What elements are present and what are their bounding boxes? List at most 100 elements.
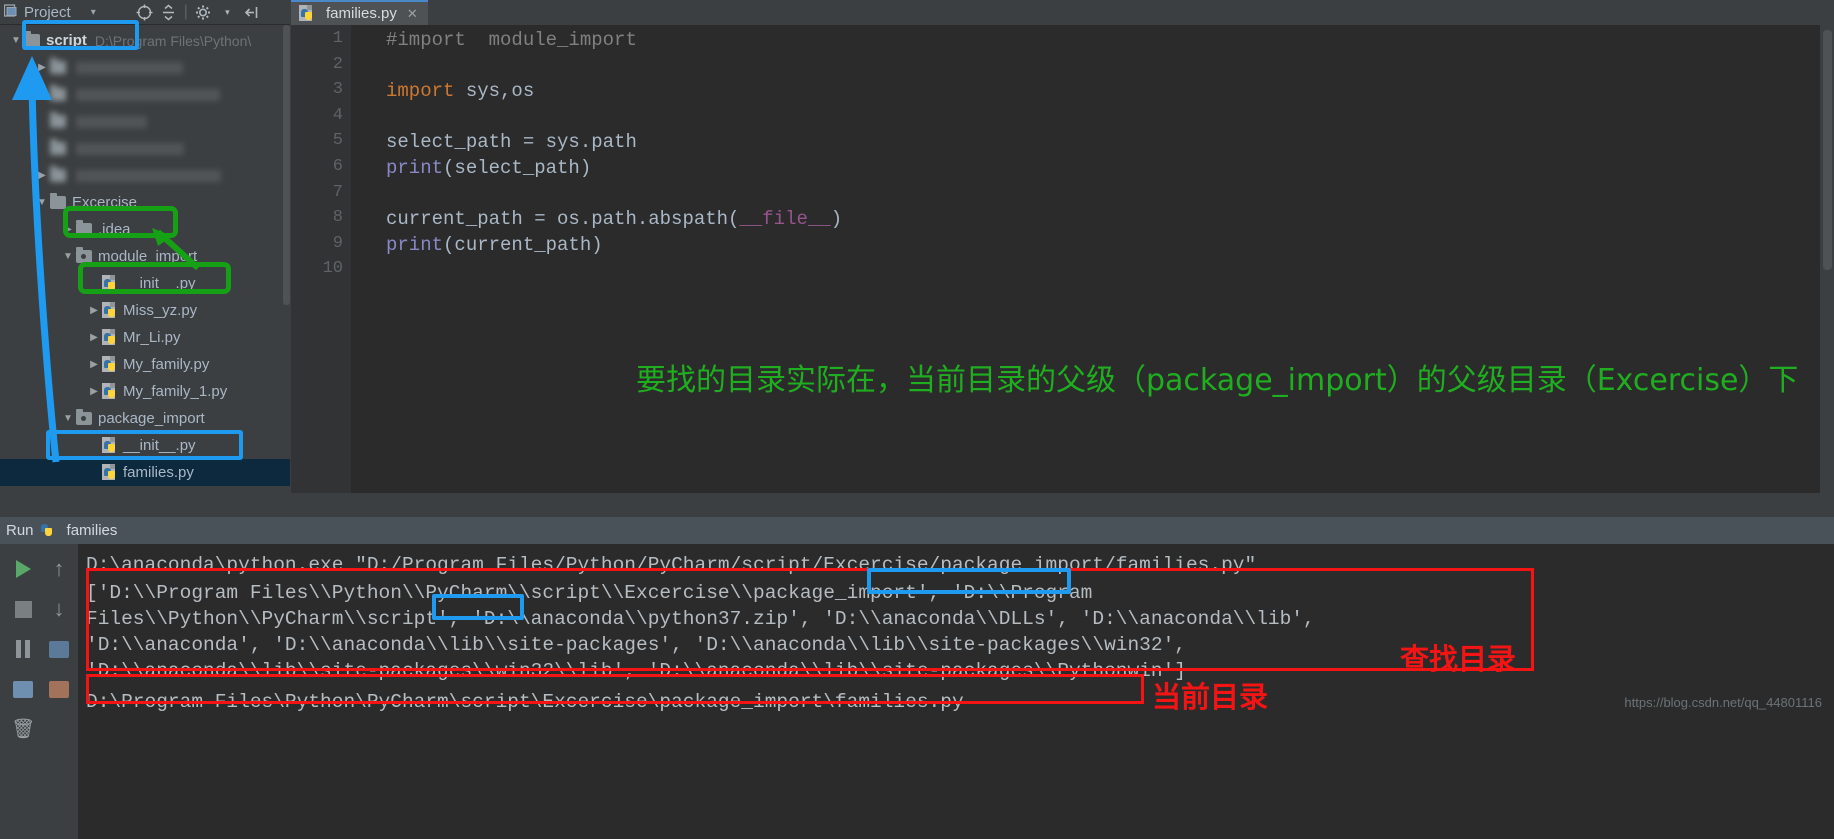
code-token: print <box>386 233 444 256</box>
console-line: 'D:\\anaconda', 'D:\\anaconda\\lib\\site… <box>86 634 1186 656</box>
source-folder-icon <box>76 247 92 263</box>
line-number: 7 <box>332 182 343 202</box>
pause-icon[interactable] <box>6 632 40 666</box>
run-console-output[interactable]: D:\anaconda\python.exe "D:/Program Files… <box>78 544 1834 839</box>
settings-chevron-icon[interactable]: ▾ <box>219 4 236 21</box>
collapse-arrow-icon[interactable]: ▶ <box>34 62 50 73</box>
tree-node-blurred <box>76 142 184 155</box>
tree-node-my_family_1[interactable]: ▶ My_family_1.py <box>0 378 290 405</box>
export-icon[interactable] <box>42 672 76 706</box>
collapse-arrow-icon[interactable]: ▶ <box>86 359 102 370</box>
run-toolbar: ↑ ↓ 🗑 <box>0 544 78 839</box>
tree-node-idea[interactable]: ▶ .idea <box>0 216 290 243</box>
tree-node-blur4[interactable] <box>0 135 290 162</box>
tree-node-label: My_family_1.py <box>123 383 228 400</box>
collapse-arrow-icon[interactable]: ▶ <box>34 170 50 181</box>
line-number: 8 <box>332 208 343 228</box>
editor-bottom-strip <box>291 493 1834 517</box>
collapse-arrow-icon[interactable]: ▶ <box>86 332 102 343</box>
tree-node-families[interactable]: families.py <box>0 459 290 486</box>
run-panel-header: Run families <box>0 517 1834 544</box>
tree-node-module_import[interactable]: ▼ module_import <box>0 243 290 270</box>
tree-node-blur5[interactable]: ▶ <box>0 162 290 189</box>
console-line: D:\Program Files\Python\PyCharm\script\E… <box>86 691 964 713</box>
python-file-icon <box>102 437 117 454</box>
code-line: select_path = sys.path <box>386 131 637 153</box>
code-token: select_path = sys.path <box>386 131 637 154</box>
project-scrollbar[interactable] <box>283 25 290 305</box>
run-panel: Run families ↑ ↓ 🗑 D:\anaconda\python.ex… <box>0 517 1834 839</box>
run-config-name[interactable]: families <box>67 522 118 539</box>
run-icon[interactable] <box>6 552 40 586</box>
chevron-down-icon[interactable]: ▾ <box>91 7 96 18</box>
collapse-arrow-icon[interactable]: ▶ <box>34 89 50 100</box>
tree-node-init2[interactable]: __init__.py <box>0 432 290 459</box>
tree-node-blur2[interactable]: ▶ <box>0 81 290 108</box>
rerun-icon[interactable] <box>42 632 76 666</box>
hide-panel-icon[interactable] <box>243 4 260 21</box>
code-token: import <box>386 80 455 103</box>
run-label: Run <box>6 522 34 539</box>
down-arrow-icon[interactable]: ↓ <box>42 592 76 626</box>
expand-arrow-icon[interactable]: ▼ <box>60 413 76 424</box>
editor-scrollbar-thumb[interactable] <box>1823 30 1832 270</box>
collapse-arrow-icon[interactable]: ▶ <box>60 224 76 235</box>
python-file-icon <box>102 329 117 346</box>
python-file-icon <box>102 383 117 400</box>
project-toolbar: | ▾ <box>136 3 260 21</box>
tab-families-py[interactable]: families.py ✕ <box>291 0 428 25</box>
python-file-icon <box>102 275 117 292</box>
tree-node-init1[interactable]: __init__.py <box>0 270 290 297</box>
code-content[interactable]: #import module_importimport sys,os select… <box>351 25 1834 493</box>
watermark-text: https://blog.csdn.net/qq_44801116 <box>1624 695 1822 710</box>
collapse-arrow-icon[interactable]: ▶ <box>86 305 102 316</box>
expand-arrow-icon[interactable]: ▼ <box>8 35 24 46</box>
target-icon[interactable] <box>136 4 153 21</box>
code-token: sys,os <box>454 80 535 103</box>
tree-node-mr_li[interactable]: ▶ Mr_Li.py <box>0 324 290 351</box>
editor-area: families.py ✕ 1 2 3 4 5 6 7 8 9 10 #import module… <box>291 0 1834 517</box>
project-icon <box>3 3 19 21</box>
code-token: __file__ <box>739 208 831 231</box>
folder-icon <box>76 220 92 236</box>
folder-icon <box>50 85 66 101</box>
tree-node-package_import[interactable]: ▼ package_import <box>0 405 290 432</box>
tree-node-miss_yz[interactable]: ▶ Miss_yz.py <box>0 297 290 324</box>
editor-tab-bar: families.py ✕ <box>291 0 1834 25</box>
tree-node-my_family[interactable]: ▶ My_family.py <box>0 351 290 378</box>
line-number: 2 <box>332 54 343 74</box>
stop-icon[interactable] <box>6 592 40 626</box>
expand-arrow-icon[interactable]: ▼ <box>60 251 76 262</box>
code-token: #import module_import <box>386 29 637 51</box>
console-line: D:\anaconda\python.exe "D:/Program Files… <box>86 554 1257 576</box>
code-token: (select_path) <box>443 157 592 179</box>
line-number: 3 <box>332 80 343 100</box>
tree-node-label: Excercise <box>72 194 138 211</box>
folder-icon <box>50 193 66 209</box>
annotation-green-text: 要找的目录实际在，当前目录的父级（package_import）的父级目录（Ex… <box>636 363 1799 398</box>
print-icon[interactable] <box>6 672 40 706</box>
line-number: 6 <box>332 157 343 176</box>
expand-arrow-icon[interactable]: ▼ <box>34 197 50 208</box>
tree-node-blurred <box>76 88 220 101</box>
code-line: #import module_import <box>386 29 637 51</box>
console-line: ['D:\\Program Files\\Python\\PyCharm\\sc… <box>86 582 1093 604</box>
up-arrow-icon[interactable]: ↑ <box>42 552 76 586</box>
tree-node-blurred <box>76 169 221 182</box>
tree-node-blur1[interactable]: ▶ <box>0 54 290 81</box>
tree-node-label: families.py <box>123 464 194 481</box>
tree-node-label: Mr_Li.py <box>123 329 181 346</box>
settings-gear-icon[interactable] <box>195 4 212 21</box>
trash-icon[interactable]: 🗑 <box>6 712 40 746</box>
line-number: 10 <box>322 259 343 279</box>
code-token: ) <box>830 208 843 231</box>
tree-node-blur3[interactable] <box>0 108 290 135</box>
close-icon[interactable]: ✕ <box>407 6 418 22</box>
tree-node-excercise[interactable]: ▼ Excercise <box>0 189 290 216</box>
console-line: 'D:\\anaconda\\lib\\site-packages\\win32… <box>86 660 1186 682</box>
tree-node-script[interactable]: ▼ script D:\Program Files\Python\ <box>0 27 290 54</box>
collapse-arrow-icon[interactable]: ▶ <box>86 386 102 397</box>
project-tree[interactable]: ▼ script D:\Program Files\Python\ ▶ ▶ ▶ ▼ Excer… <box>0 25 290 512</box>
line-number: 1 <box>332 29 343 48</box>
collapse-all-icon[interactable] <box>160 4 177 21</box>
